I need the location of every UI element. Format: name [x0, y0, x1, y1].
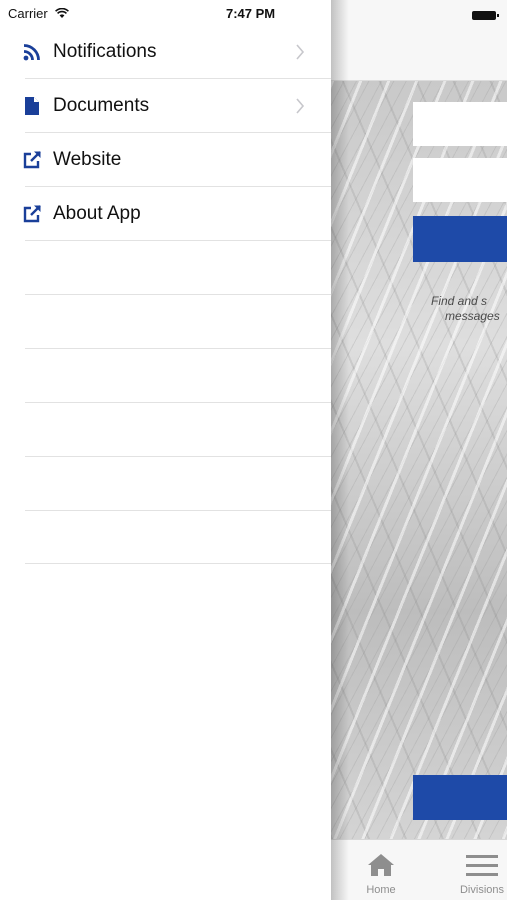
navigation-bar: [331, 0, 507, 81]
external-link-icon: [23, 205, 41, 223]
empty-row-divider: [25, 348, 331, 349]
rss-feed-icon: [23, 44, 40, 61]
tab-divisions-label: Divisions: [459, 884, 504, 896]
main-content-panel: Find and s messages Home Divisions: [331, 0, 507, 900]
tab-home[interactable]: Home: [346, 840, 416, 900]
battery-icon: [472, 11, 499, 20]
password-input[interactable]: [413, 158, 507, 202]
home-icon: [368, 854, 394, 876]
tab-home-label: Home: [366, 884, 396, 896]
chevron-right-icon: [296, 98, 305, 114]
menu-item-notifications[interactable]: Notifications: [0, 25, 331, 79]
drawer-shadow: [331, 0, 349, 900]
chevron-right-icon: [296, 44, 305, 60]
menu-item-about-app[interactable]: About App: [0, 187, 331, 241]
info-text-line-2: messages: [445, 309, 500, 323]
hamburger-menu-icon: [466, 855, 498, 876]
sign-in-button[interactable]: [413, 216, 507, 262]
wifi-icon: [55, 8, 70, 18]
menu-item-label: Website: [53, 149, 122, 170]
carrier-label: Carrier: [8, 6, 48, 21]
info-text-line-1: Find and s: [431, 294, 488, 308]
empty-row-divider: [25, 510, 331, 511]
tab-bar: Home Divisions: [331, 839, 507, 900]
menu-item-label: Notifications: [53, 41, 157, 62]
empty-row-divider: [25, 294, 331, 295]
status-carrier: Carrier: [8, 6, 70, 21]
document-icon: [25, 97, 39, 115]
status-time: 7:47 PM: [226, 6, 276, 21]
divider: [25, 240, 331, 241]
empty-row-divider: [25, 563, 331, 564]
tab-divisions[interactable]: Divisions: [447, 840, 507, 900]
empty-row-divider: [25, 456, 331, 457]
menu-item-label: Documents: [53, 95, 150, 116]
menu-item-website[interactable]: Website: [0, 133, 331, 187]
side-menu-drawer: Carrier 7:47 PM Notifications Documents: [0, 0, 331, 900]
menu-item-documents[interactable]: Documents: [0, 79, 331, 133]
bottom-action-button[interactable]: [413, 775, 507, 820]
external-link-icon: [23, 151, 41, 169]
username-input[interactable]: [413, 102, 507, 146]
empty-row-divider: [25, 402, 331, 403]
menu-item-label: About App: [53, 203, 141, 224]
info-text: Find and s messages: [431, 294, 507, 324]
